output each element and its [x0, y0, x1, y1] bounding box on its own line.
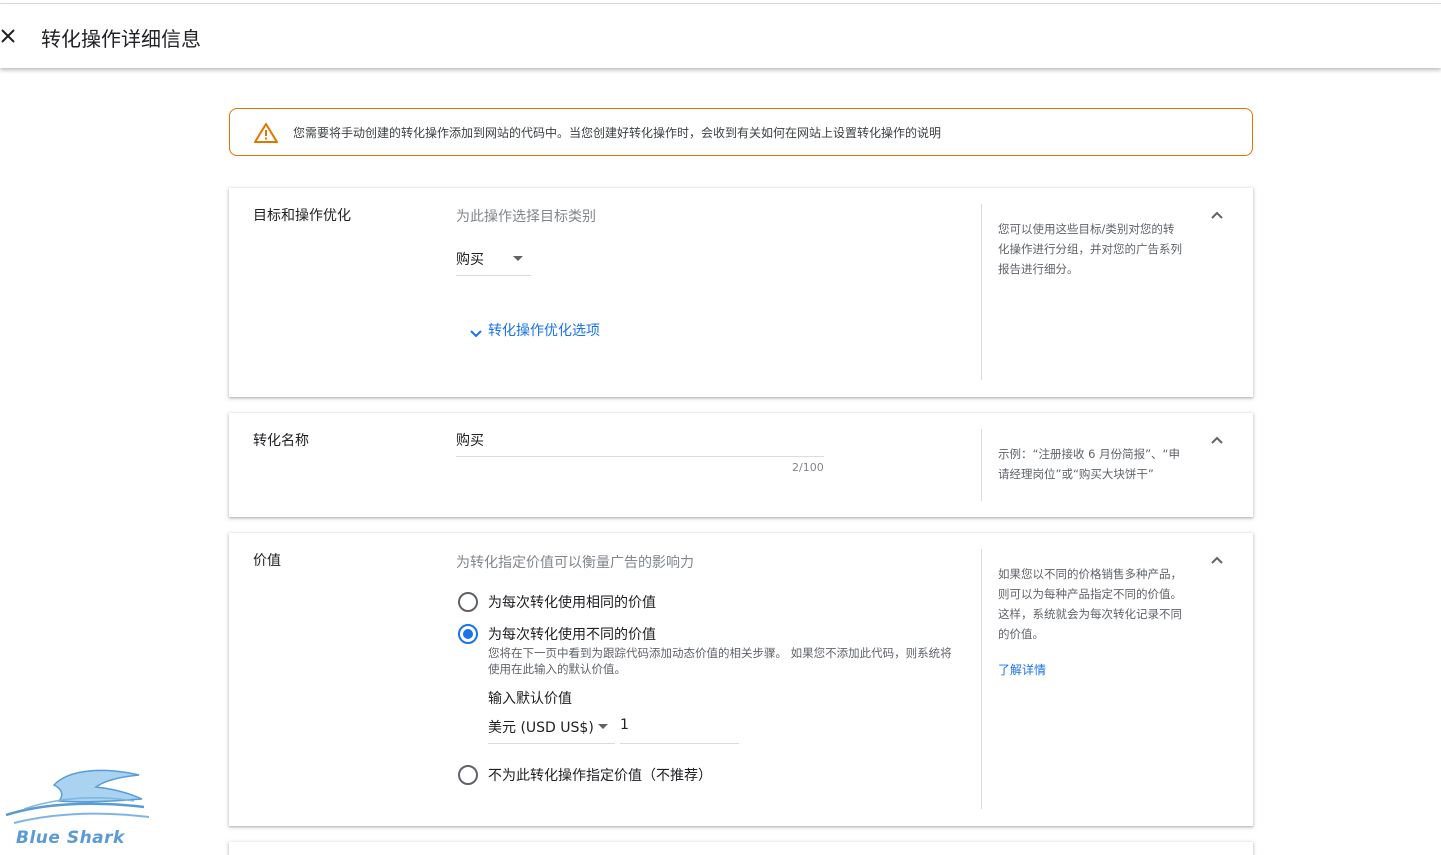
select-underline: [456, 275, 531, 276]
watermark-text: Blue Shark: [16, 828, 125, 848]
radio-same-value-label: 为每次转化使用相同的价值: [488, 595, 656, 611]
optimization-options-link: 转化操作优化选项: [488, 323, 600, 339]
category-select[interactable]: 购买: [456, 246, 531, 276]
learn-more-link[interactable]: 了解详情: [998, 661, 1046, 678]
radio-same-value[interactable]: [458, 592, 478, 612]
radio-no-value[interactable]: [458, 765, 478, 785]
amount-input[interactable]: 1: [620, 715, 739, 745]
goal-help-text: 您可以使用这些目标/类别对您的转化操作进行分组，并对您的广告系列报告进行细分。: [998, 222, 1182, 276]
amount-value: 1: [620, 717, 629, 733]
conversion-name-input[interactable]: 购买: [456, 428, 824, 458]
value-card: 价值 为转化指定价值可以衡量广告的影响力 为每次转化使用相同的价值 为每次转化使…: [229, 533, 1253, 826]
input-underline: [456, 456, 824, 457]
select-underline: [488, 743, 615, 744]
next-card: [229, 842, 1253, 855]
card-divider: [981, 204, 982, 380]
conversion-name-value: 购买: [456, 433, 484, 449]
name-card: 转化名称 购买 2/100 示例：“注册接收 6 月份简报”、“申请经理岗位”或…: [229, 413, 1253, 517]
goal-section-label: 目标和操作优化: [253, 208, 351, 224]
radio-different-value[interactable]: [458, 624, 478, 644]
chevron-up-icon[interactable]: [1208, 432, 1226, 450]
currency-value: 美元 (USD US$): [488, 720, 594, 736]
value-help-text: 如果您以不同的价格销售多种产品，则可以为每种产品指定不同的价值。这样，系统就会为…: [998, 567, 1182, 641]
character-counter: 2/100: [792, 461, 824, 474]
currency-select[interactable]: 美元 (USD US$): [488, 715, 615, 745]
dropdown-arrow-icon: [598, 724, 608, 729]
chevron-up-icon[interactable]: [1208, 207, 1226, 225]
warning-text: 您需要将手动创建的转化操作添加到网站的代码中。当您创建好转化操作时，会收到有关如…: [293, 126, 942, 140]
value-section-label: 价值: [253, 553, 281, 569]
name-section-label: 转化名称: [253, 433, 309, 449]
warning-triangle-icon: [254, 122, 278, 144]
name-help-text: 示例：“注册接收 6 月份简报”、“申请经理岗位”或“购买大块饼干”: [998, 447, 1180, 481]
default-value-label: 输入默认价值: [488, 691, 572, 707]
page-header: 转化操作详细信息: [0, 4, 1441, 68]
close-icon[interactable]: [0, 26, 18, 46]
value-hint: 为转化指定价值可以衡量广告的影响力: [456, 555, 694, 571]
category-value: 购买: [456, 252, 484, 268]
page-title: 转化操作详细信息: [41, 27, 201, 51]
dropdown-arrow-icon: [513, 256, 523, 261]
optimization-options-toggle[interactable]: 转化操作优化选项: [469, 320, 629, 340]
radio-no-value-label: 不为此转化操作指定价值（不推荐）: [488, 768, 712, 784]
category-hint: 为此操作选择目标类别: [456, 209, 596, 225]
warning-banner: 您需要将手动创建的转化操作添加到网站的代码中。当您创建好转化操作时，会收到有关如…: [229, 108, 1253, 156]
chevron-up-icon[interactable]: [1208, 552, 1226, 570]
input-underline: [620, 743, 739, 744]
card-divider: [981, 429, 982, 501]
chevron-down-icon: [469, 324, 483, 343]
radio-different-value-description: 您将在下一页中看到为跟踪代码添加动态价值的相关步骤。 如果您不添加此代码，则系统…: [488, 646, 952, 676]
goal-card: 目标和操作优化 为此操作选择目标类别 购买 转化操作优化选项 您可以使用这些目标…: [229, 188, 1253, 397]
radio-different-value-label: 为每次转化使用不同的价值: [488, 627, 656, 643]
card-divider: [981, 549, 982, 809]
